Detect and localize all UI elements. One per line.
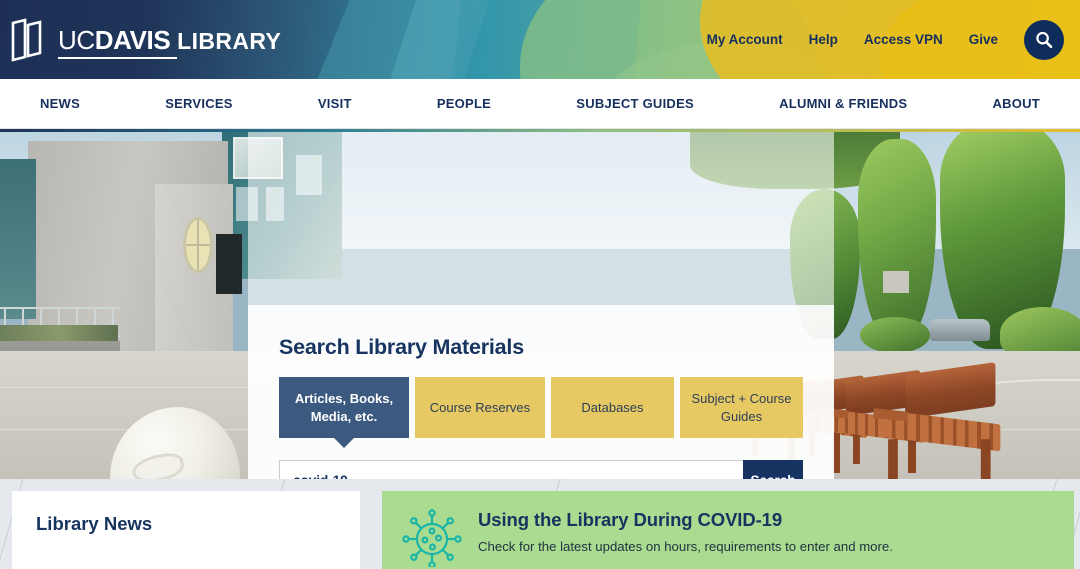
site-header: UCDAVIS LIBRARY My Account Help Access V…	[0, 0, 1080, 79]
nav-item-subject-guides[interactable]: SUBJECT GUIDES	[576, 96, 694, 111]
search-input[interactable]	[279, 460, 743, 479]
covid-banner-card[interactable]: Using the Library During COVID-19 Check …	[382, 491, 1074, 569]
covid-banner-title: Using the Library During COVID-19	[478, 509, 783, 530]
tab-databases[interactable]: Databases	[550, 377, 674, 438]
open-book-icon	[11, 17, 42, 62]
nav-item-alumni-friends[interactable]: ALUMNI & FRIENDS	[779, 96, 907, 111]
tab-subject-course-guides[interactable]: Subject + Course Guides	[679, 377, 803, 438]
nav-item-people[interactable]: PEOPLE	[437, 96, 491, 111]
utility-link-my-account[interactable]: My Account	[707, 32, 783, 47]
nav-item-services[interactable]: SERVICES	[165, 96, 233, 111]
search-panel: Search Library Materials Articles, Books…	[248, 305, 834, 479]
hero-accent-line	[0, 129, 1080, 132]
nav-item-visit[interactable]: VISIT	[318, 96, 352, 111]
tab-articles-books-media[interactable]: Articles, Books, Media, etc.	[279, 377, 409, 448]
virus-icon	[402, 509, 462, 567]
search-icon	[1036, 31, 1053, 48]
main-nav: NEWS SERVICES VISIT PEOPLE SUBJECT GUIDE…	[0, 79, 1080, 129]
covid-banner-subtitle: Check for the latest updates on hours, r…	[478, 539, 893, 554]
nav-item-news[interactable]: NEWS	[40, 96, 80, 111]
tab-course-reserves[interactable]: Course Reserves	[414, 377, 545, 438]
search-submit-button[interactable]: Search	[743, 460, 803, 479]
header-search-button[interactable]	[1024, 19, 1064, 60]
utility-link-access-vpn[interactable]: Access VPN	[864, 32, 943, 47]
library-news-title: Library News	[36, 513, 153, 534]
search-row: Search	[279, 460, 803, 479]
logo-uc-text: UC	[58, 24, 95, 55]
below-hero-section: Library News Using the Library During CO…	[0, 479, 1080, 569]
hero-section: Search Library Materials Articles, Books…	[0, 129, 1080, 479]
search-scope-tabs: Articles, Books, Media, etc. Course Rese…	[279, 377, 803, 448]
nav-item-about[interactable]: ABOUT	[993, 96, 1040, 111]
logo-library-text: LIBRARY	[177, 27, 282, 54]
utility-link-give[interactable]: Give	[969, 32, 998, 47]
utility-nav: My Account Help Access VPN Give	[707, 19, 1080, 60]
library-news-card[interactable]: Library News	[12, 491, 360, 569]
site-logo[interactable]: UCDAVIS LIBRARY	[9, 17, 281, 63]
logo-davis-text: DAVIS	[94, 24, 171, 55]
utility-link-help[interactable]: Help	[809, 32, 838, 47]
search-panel-title: Search Library Materials	[279, 335, 524, 359]
